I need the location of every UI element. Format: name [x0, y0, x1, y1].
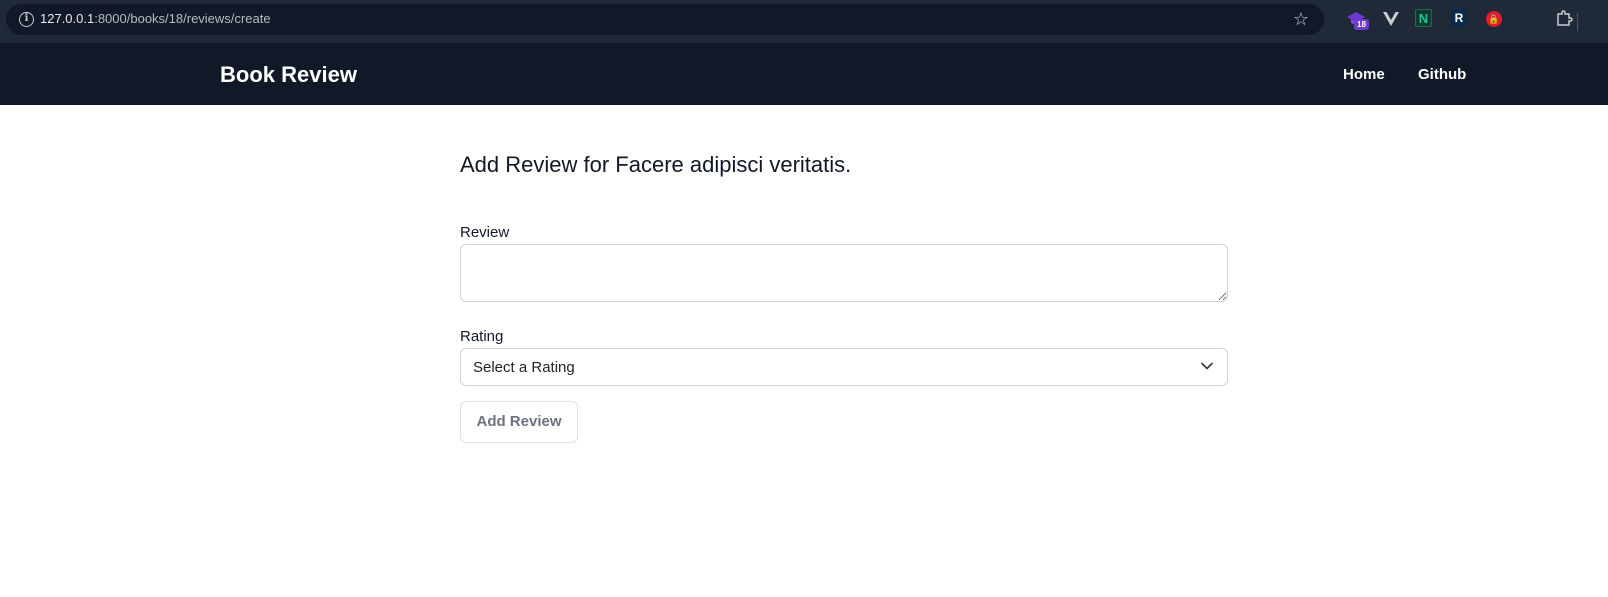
review-textarea[interactable]	[460, 244, 1228, 302]
extension-graduation-icon[interactable]: 18	[1346, 9, 1369, 30]
url-path: :8000/books/18/reviews/create	[94, 11, 271, 26]
page-title: Add Review for Facere adipisci veritatis…	[460, 152, 852, 177]
add-review-button[interactable]: Add Review	[460, 401, 578, 443]
address-bar[interactable]: i 127.0.0.1:8000/books/18/reviews/create…	[6, 4, 1324, 35]
bookmark-star-icon[interactable]: ☆	[1291, 9, 1311, 29]
toolbar-divider	[1577, 13, 1578, 31]
rating-label: Rating	[460, 328, 504, 345]
browser-toolbar: i 127.0.0.1:8000/books/18/reviews/create…	[0, 0, 1608, 43]
extension-lock-icon[interactable]: 🔒	[1486, 11, 1502, 27]
extension-r-icon[interactable]: R	[1451, 9, 1467, 27]
brand-logo-text[interactable]: Book Review	[220, 62, 357, 88]
extension-badge: 18	[1354, 19, 1369, 30]
rating-select[interactable]: Select a Rating	[460, 348, 1228, 386]
site-navbar: Book Review Home Github	[0, 43, 1608, 105]
extensions-puzzle-icon[interactable]	[1554, 9, 1574, 29]
vue-logo-icon	[1383, 12, 1399, 26]
puzzle-icon	[1557, 10, 1573, 26]
url-text[interactable]: 127.0.0.1:8000/books/18/reviews/create	[40, 11, 271, 27]
review-label: Review	[460, 224, 510, 241]
nav-link-home[interactable]: Home	[1343, 65, 1385, 85]
extension-vue-icon[interactable]	[1381, 9, 1401, 29]
extension-n-icon[interactable]: N	[1415, 9, 1432, 27]
chevron-down-icon	[1201, 362, 1213, 370]
nav-link-github[interactable]: Github	[1418, 65, 1466, 85]
url-host: 127.0.0.1	[40, 11, 95, 26]
site-info-icon[interactable]: i	[19, 12, 34, 27]
rating-select-value: Select a Rating	[473, 359, 575, 376]
